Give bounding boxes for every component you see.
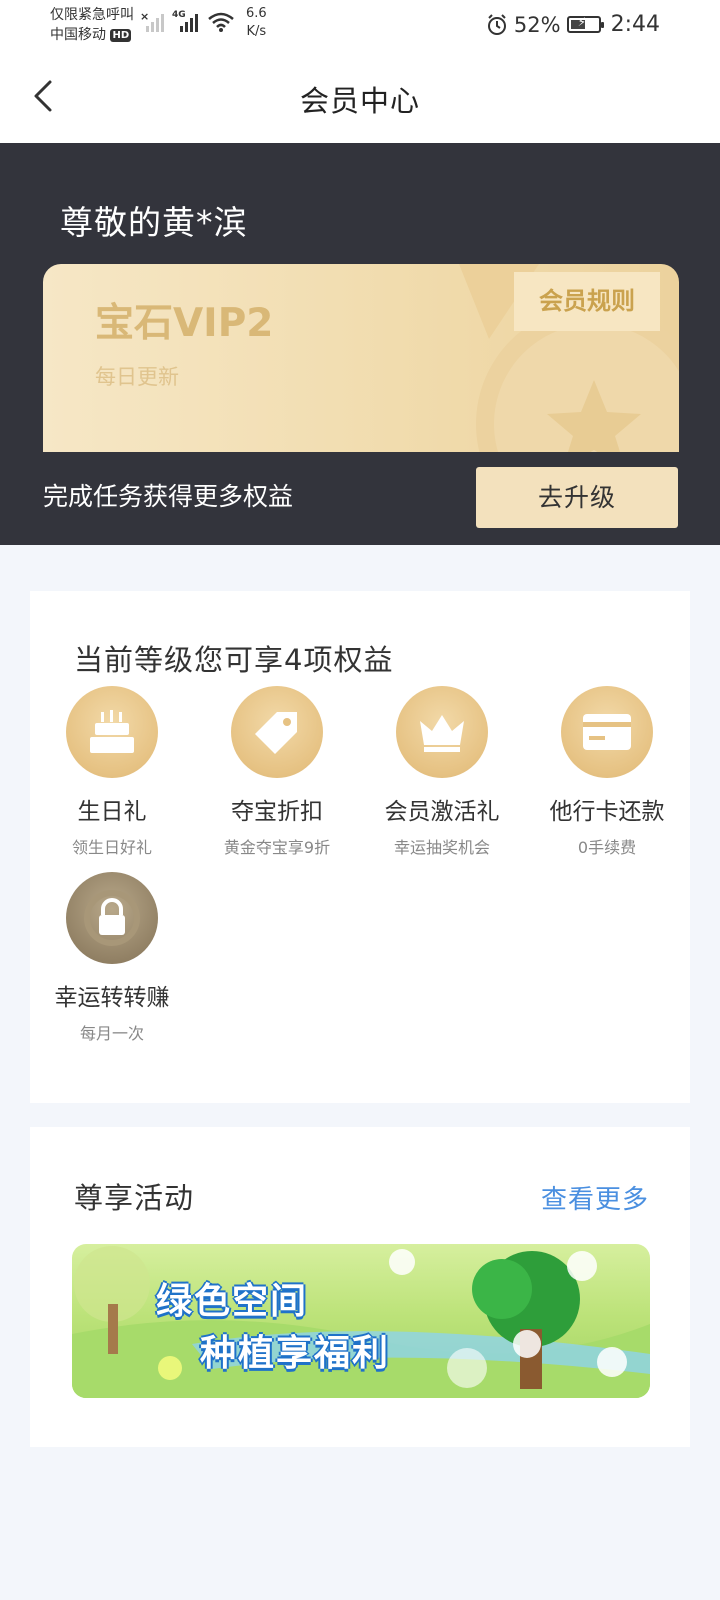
banner-title-line1: 绿色空间	[156, 1281, 309, 1322]
benefits-title: 当前等级您可享4项权益	[74, 643, 394, 677]
benefits-card: 当前等级您可享4项权益 生日礼 领生日好礼 夺宝折扣 黄金夺宝享9折 会员激活礼…	[30, 591, 690, 1103]
clock-time: 2:44	[610, 12, 660, 37]
alarm-icon	[487, 13, 506, 35]
network-type: 4G	[172, 10, 186, 20]
task-prompt: 完成任务获得更多权益	[43, 482, 294, 511]
green-space-banner[interactable]: 绿色空间 种植享福利	[72, 1244, 650, 1398]
price-tag-icon	[231, 686, 323, 778]
speed-value: 6.6	[246, 6, 267, 21]
carrier-emergency-text: 仅限紧急呼叫	[50, 7, 134, 23]
benefit-card-repay[interactable]: 他行卡还款 0手续费	[522, 686, 692, 858]
benefit-desc: 0手续费	[577, 838, 637, 857]
benefit-lucky-wheel[interactable]: 幸运转转赚 每月一次	[27, 872, 197, 1044]
benefit-name: 他行卡还款	[549, 799, 665, 825]
benefit-desc: 每月一次	[79, 1024, 144, 1043]
benefit-desc: 幸运抽奖机会	[393, 838, 490, 857]
benefit-activation[interactable]: 会员激活礼 幸运抽奖机会	[357, 686, 527, 858]
benefit-name: 幸运转转赚	[54, 985, 170, 1011]
upgrade-button[interactable]: 去升级	[476, 467, 678, 528]
battery-icon: ⚡	[566, 15, 604, 33]
speed-unit: K/s	[246, 24, 267, 39]
vip-level: 宝石VIP2	[95, 301, 274, 346]
member-rules-button[interactable]: 会员规则	[514, 272, 660, 331]
network-speed: 6.6 K/s	[246, 5, 267, 41]
user-greeting: 尊敬的黄*滨	[60, 203, 248, 242]
page-title: 会员中心	[299, 84, 420, 118]
lock-icon	[66, 872, 158, 964]
signal-icons	[142, 12, 198, 32]
nav-header: 会员中心	[0, 50, 720, 143]
benefit-desc: 黄金夺宝享9折	[223, 838, 331, 857]
bank-card-icon	[561, 686, 653, 778]
birthday-cake-icon	[66, 686, 158, 778]
activity-title: 尊享活动	[74, 1181, 195, 1215]
carrier-info: 仅限紧急呼叫 中国移动 HD	[50, 5, 134, 45]
benefit-name: 会员激活礼	[384, 799, 500, 825]
banner-title-line2: 种植享福利	[200, 1333, 391, 1374]
member-section: 尊敬的黄*滨 宝石VIP2 每日更新 会员规则 完成任务获得更多权益 去升级	[0, 143, 720, 545]
benefit-discount[interactable]: 夺宝折扣 黄金夺宝享9折	[192, 686, 362, 858]
benefit-name: 生日礼	[77, 799, 147, 825]
benefit-birthday[interactable]: 生日礼 领生日好礼	[27, 686, 197, 858]
view-more-link[interactable]: 查看更多	[541, 1179, 649, 1216]
vip-level-card: 宝石VIP2 每日更新 会员规则	[43, 264, 679, 452]
crown-icon	[396, 686, 488, 778]
signal-sim1-icon	[146, 12, 164, 32]
carrier-name: 中国移动	[50, 27, 106, 43]
activity-card: 尊享活动 查看更多 绿色空间 种植享福利	[30, 1127, 690, 1447]
benefit-name: 夺宝折扣	[231, 799, 323, 825]
status-bar: 仅限紧急呼叫 中国移动 HD × 4G 6.6 K/s 52% ⚡ 2:44	[0, 0, 720, 50]
update-note: 每日更新	[95, 365, 179, 389]
battery-percent: 52%	[513, 12, 561, 37]
benefit-desc: 领生日好礼	[71, 838, 152, 857]
hd-badge: HD	[110, 28, 132, 42]
wifi-icon	[208, 12, 234, 32]
